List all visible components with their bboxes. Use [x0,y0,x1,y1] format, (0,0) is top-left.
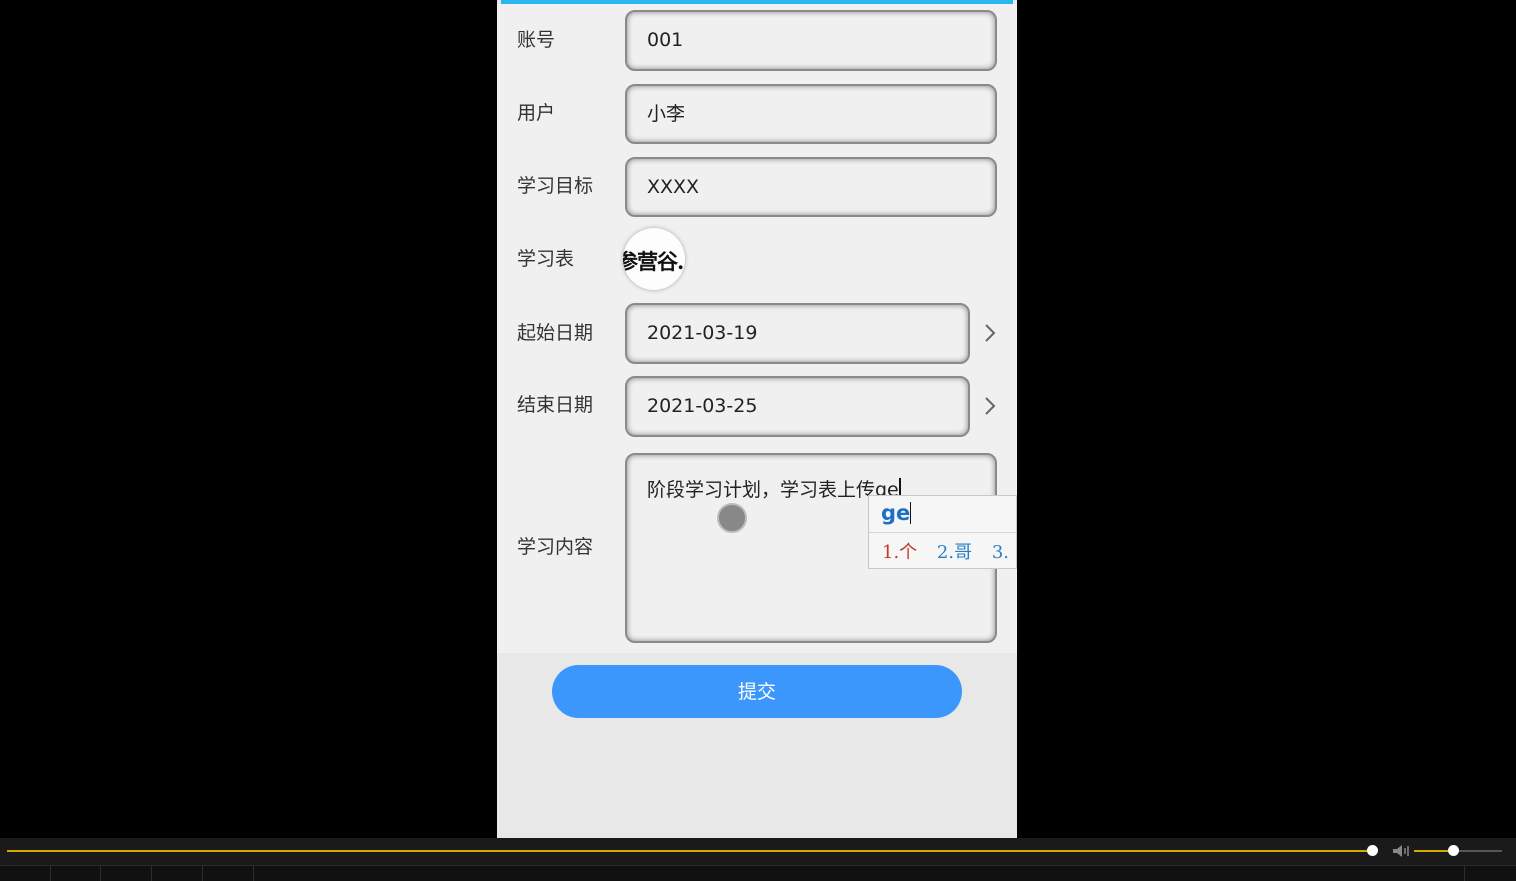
user-label: 用户 [517,102,556,124]
player-button-row [0,865,1516,881]
start-date-picker[interactable]: 2021-03-19 [625,303,970,364]
sheet-image-lettering: 参营谷. [623,249,684,274]
goal-label: 学习目标 [517,175,594,197]
user-input[interactable]: 小李 [625,84,997,144]
sheet-label: 学习表 [517,248,575,270]
chevron-right-icon[interactable] [983,323,997,343]
content-label: 学习内容 [517,536,594,558]
player-button[interactable] [203,866,254,881]
touch-indicator [717,503,747,533]
speaker-icon[interactable] [1392,844,1410,858]
submit-button[interactable]: 提交 [552,665,962,718]
ime-candidate[interactable]: 1.个 [882,542,917,563]
start-date-label: 起始日期 [517,322,594,344]
volume-handle[interactable] [1448,845,1459,856]
content-value: 阶段学习计划，学习表上传ge [647,479,899,501]
end-date-label: 结束日期 [517,394,594,416]
ime-candidate[interactable]: 2.哥 [937,542,972,563]
goal-input[interactable]: XXXX [625,157,997,217]
goal-value: XXXX [647,176,700,198]
start-date-value: 2021-03-19 [647,322,758,344]
user-value: 小李 [647,103,686,125]
player-button[interactable] [1464,866,1515,881]
app-screen: 账号 001 用户 小李 学习目标 XXXX 学习表 参营谷. 起始日期 202… [497,0,1017,838]
ime-candidate-list: 1.个 2.哥 3. [882,538,1016,564]
player-button[interactable] [101,866,152,881]
study-sheet-thumbnail[interactable]: 参营谷. [623,228,685,290]
end-date-value: 2021-03-25 [647,395,758,417]
account-value: 001 [647,29,684,51]
ime-divider [869,532,1016,533]
ime-candidate[interactable]: 3. [992,542,1009,563]
ime-composition: ge [881,501,912,525]
progress-bar[interactable] [7,850,1373,852]
video-player-controls [0,838,1516,881]
player-button[interactable] [0,866,51,881]
account-label: 账号 [517,29,556,51]
account-input[interactable]: 001 [625,10,997,71]
progress-handle[interactable] [1367,845,1378,856]
end-date-picker[interactable]: 2021-03-25 [625,376,970,437]
player-button[interactable] [50,866,101,881]
ime-candidate-window: ge 1.个 2.哥 3. [868,495,1017,569]
chevron-right-icon[interactable] [983,396,997,416]
player-button[interactable] [152,866,203,881]
